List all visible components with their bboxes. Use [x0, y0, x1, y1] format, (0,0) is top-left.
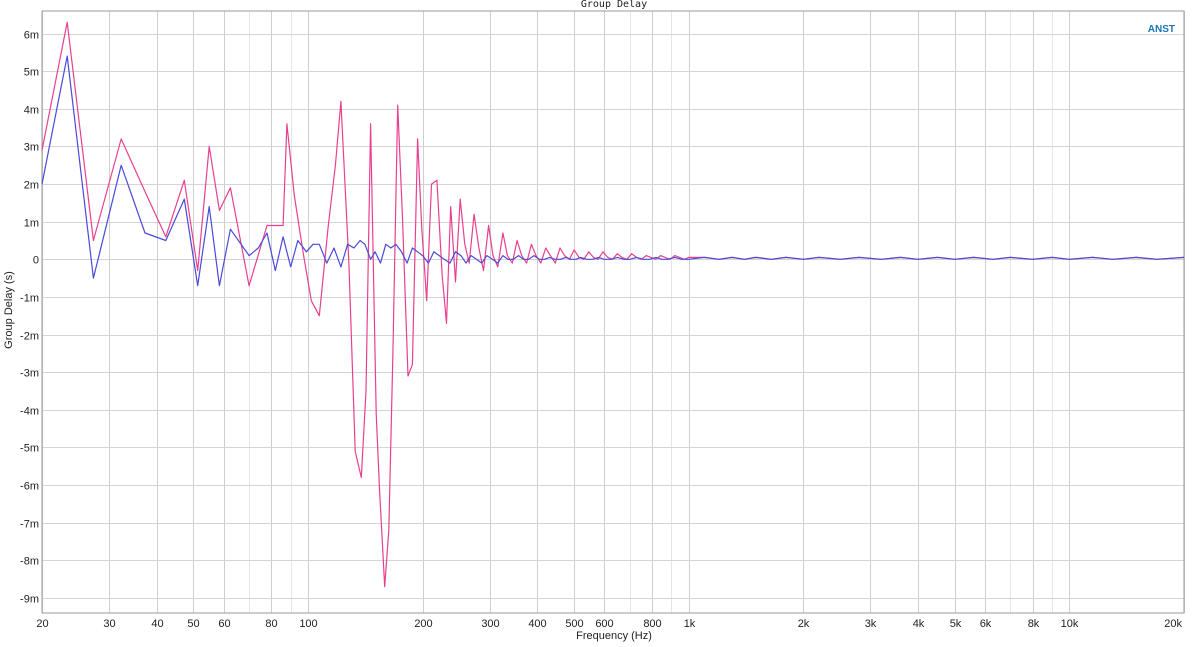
- x-tick-label: 20k: [1164, 618, 1182, 630]
- x-tick-label: 300: [481, 618, 499, 630]
- y-tick-label: -4m: [20, 406, 39, 418]
- y-tick-label: 4m: [24, 105, 39, 117]
- x-tick-label: 80: [265, 618, 277, 630]
- y-tick-label: 6m: [24, 30, 39, 42]
- y-tick-label: -3m: [20, 368, 39, 380]
- y-tick-label: -8m: [20, 556, 39, 568]
- chart-background: [0, 0, 1194, 647]
- x-tick-label: 100: [299, 618, 317, 630]
- x-tick-label: 40: [151, 618, 163, 630]
- x-tick-label: 3k: [865, 618, 877, 630]
- x-tick-label: 200: [414, 618, 432, 630]
- y-axis-label: Group Delay (s): [3, 271, 15, 349]
- x-tick-label: 60: [218, 618, 230, 630]
- x-tick-label: 1k: [684, 618, 696, 630]
- y-tick-label: 0: [33, 255, 39, 267]
- y-tick-label: -5m: [20, 443, 39, 455]
- y-tick-label: -6m: [20, 481, 39, 493]
- x-tick-label: 400: [528, 618, 546, 630]
- chart-title: Group Delay: [581, 0, 647, 10]
- x-tick-label: 6k: [980, 618, 992, 630]
- x-tick-label: 30: [103, 618, 115, 630]
- x-tick-label: 800: [643, 618, 661, 630]
- x-tick-label: 8k: [1028, 618, 1040, 630]
- x-tick-label: 2k: [798, 618, 810, 630]
- y-tick-label: 3m: [24, 142, 39, 154]
- x-tick-label: 10k: [1061, 618, 1079, 630]
- y-tick-label: 5m: [24, 67, 39, 79]
- x-tick-label: 4k: [913, 618, 925, 630]
- x-tick-label: 500: [565, 618, 583, 630]
- x-tick-label: 5k: [950, 618, 962, 630]
- group-delay-chart: 20 30 40 50 60 80 100 200 300 400 500 600 800 1k 2k 3k 4…: [0, 0, 1194, 647]
- y-tick-label: -2m: [20, 331, 39, 343]
- y-tick-label: 2m: [24, 180, 39, 192]
- y-tick-label: -9m: [20, 594, 39, 606]
- x-axis-label: Frequency (Hz): [576, 630, 652, 642]
- x-tick-label: 20: [36, 618, 48, 630]
- x-tick-label: 50: [187, 618, 199, 630]
- y-tick-label: 1m: [24, 218, 39, 230]
- y-tick-label: -1m: [20, 293, 39, 305]
- brand-logo-text: ANST: [1148, 24, 1175, 35]
- x-tick-label: 600: [595, 618, 613, 630]
- y-tick-label: -7m: [20, 519, 39, 531]
